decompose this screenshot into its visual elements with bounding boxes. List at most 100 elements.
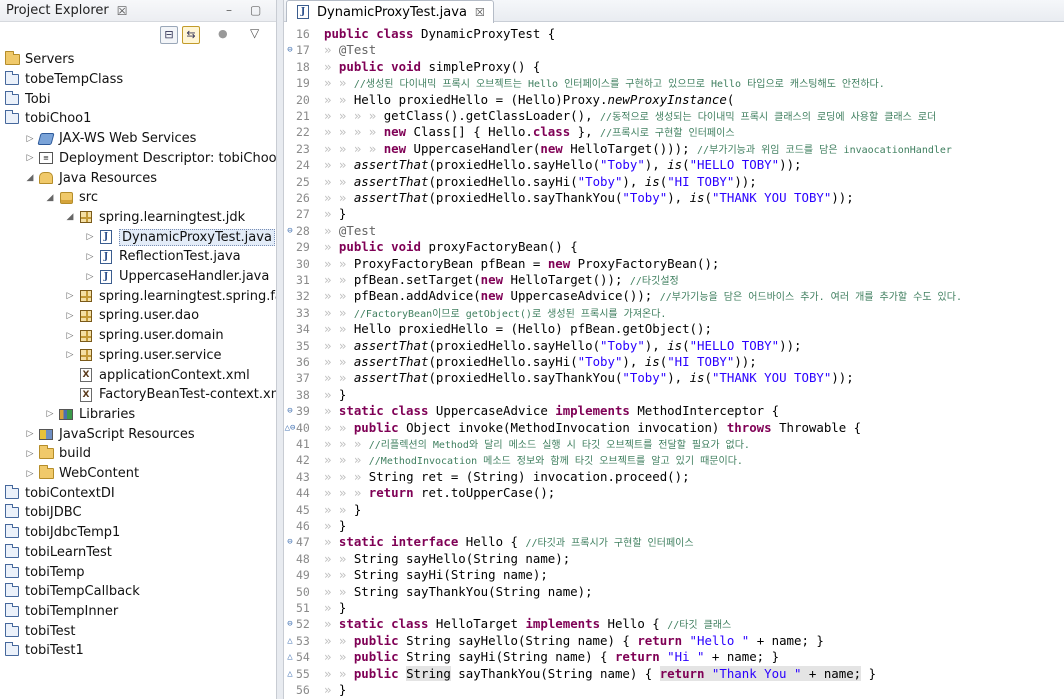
tree-item[interactable]: Servers <box>0 50 74 70</box>
close-icon[interactable]: ☒ <box>475 6 485 19</box>
code-line[interactable]: ⊖ 39 » static class UppercaseAdvice implem… <box>284 403 1064 419</box>
fold-marker-icon[interactable]: ⊖ <box>284 403 296 419</box>
tree-item[interactable]: ▷ spring.user.domain <box>0 326 224 346</box>
code-line[interactable]: 44 » » » return ret.toUpperCase(); <box>284 485 1064 501</box>
tree-item[interactable]: ▷ build <box>0 444 91 464</box>
code-line[interactable]: △⊖ 40 » » public Object invoke(MethodInvoc… <box>284 420 1064 436</box>
tree-item[interactable]: ▷ spring.user.dao <box>0 306 200 326</box>
focus-icon[interactable]: ● <box>218 27 228 40</box>
fold-marker-icon[interactable]: △⊖ <box>284 420 296 436</box>
tree-item[interactable]: tobiJdbcTemp1 <box>0 523 120 543</box>
expand-toggle-icon[interactable]: ▷ <box>64 291 76 301</box>
tree-item[interactable]: tobiLearnTest <box>0 543 112 563</box>
code-line[interactable]: 51 » } <box>284 600 1064 616</box>
tree-item[interactable]: ▷ J ReflectionTest.java <box>0 247 241 267</box>
fold-marker-icon[interactable]: △ <box>284 633 296 649</box>
tree-item[interactable]: ▷ J DynamicProxyTest.java <box>0 227 275 247</box>
code-line[interactable]: 21 » » » » getClass().getClassLoader(), /… <box>284 108 1064 124</box>
expand-toggle-icon[interactable]: ▷ <box>84 272 96 282</box>
collapse-all-icon[interactable]: ⊟ <box>160 26 178 44</box>
code-line[interactable]: △ 53 » » public String sayHello(String nam… <box>284 633 1064 649</box>
tree-item[interactable]: ▷ JavaScript Resources <box>0 424 195 444</box>
minimize-icon[interactable]: – <box>226 3 232 17</box>
expand-toggle-icon[interactable]: ▷ <box>44 409 56 419</box>
code-line[interactable]: △ 55 » » public String sayThankYou(String … <box>284 665 1064 682</box>
tree-item[interactable]: tobiTest <box>0 621 76 641</box>
code-line[interactable]: 56 » } <box>284 682 1064 698</box>
code-line[interactable]: 41 » » » //리플렉션의 Method와 달리 메소드 실행 시 타깃 오… <box>284 436 1064 452</box>
tree-item[interactable]: ◢ Java Resources <box>0 168 157 188</box>
code-line[interactable]: 34 » » Hello proxiedHello = (Hello) pfBea… <box>284 321 1064 337</box>
code-line[interactable]: 22 » » » » new Class[] { Hello.class }, /… <box>284 124 1064 140</box>
expand-toggle-icon[interactable]: ◢ <box>44 193 56 203</box>
tree-item[interactable]: tobeTempClass <box>0 70 123 90</box>
code-line[interactable]: 32 » » pfBean.addAdvice(new UppercaseAdvi… <box>284 288 1064 304</box>
code-line[interactable]: 31 » » pfBean.setTarget(new HelloTarget()… <box>284 272 1064 288</box>
tree-item[interactable]: ◢ src <box>0 188 98 208</box>
fold-marker-icon[interactable]: ⊖ <box>284 42 296 58</box>
expand-toggle-icon[interactable]: ▷ <box>84 252 96 262</box>
tree-item[interactable]: ▷ WebContent <box>0 464 139 484</box>
code-line[interactable]: ⊖ 17 » @Test <box>284 42 1064 58</box>
code-line[interactable]: 46 » } <box>284 518 1064 534</box>
code-line[interactable]: 37 » » assertThat(proxiedHello.sayThankYo… <box>284 370 1064 386</box>
code-line[interactable]: 48 » » String sayHello(String name); <box>284 551 1064 567</box>
code-line[interactable]: 23 » » » » new UppercaseHandler(new Hello… <box>284 141 1064 157</box>
tree-item[interactable]: tobiTempInner <box>0 602 118 622</box>
expand-toggle-icon[interactable]: ▷ <box>24 449 36 459</box>
close-icon[interactable]: ☒ <box>117 4 128 18</box>
code-line[interactable]: 36 » » assertThat(proxiedHello.sayHi("Tob… <box>284 354 1064 370</box>
code-line[interactable]: 19 » » //생성된 다이내믹 프록시 오브젝트는 Hello 인터페이스를 … <box>284 75 1064 91</box>
code-line[interactable]: 30 » » ProxyFactoryBean pfBean = new Prox… <box>284 256 1064 272</box>
code-line[interactable]: 42 » » » //MethodInvocation 메소드 정보와 함께 타깃… <box>284 452 1064 468</box>
tree-item[interactable]: tobiChoo1 <box>0 109 91 129</box>
expand-toggle-icon[interactable]: ◢ <box>64 212 76 222</box>
tree-item[interactable]: ▷ spring.learningtest.spring.factor <box>0 286 309 306</box>
maximize-icon[interactable]: ▢ <box>250 3 261 17</box>
expand-toggle-icon[interactable]: ▷ <box>24 469 36 479</box>
code-line[interactable]: 25 » » assertThat(proxiedHello.sayHi("Tob… <box>284 174 1064 190</box>
tree-item[interactable]: ▷ J UppercaseHandler.java <box>0 267 270 287</box>
tree-item[interactable]: Tobi <box>0 89 51 109</box>
code-line[interactable]: 26 » » assertThat(proxiedHello.sayThankYo… <box>284 190 1064 206</box>
tree-item[interactable]: tobiTest1 <box>0 641 84 661</box>
project-explorer-title[interactable]: Project Explorer <box>6 3 109 18</box>
code-line[interactable]: 50 » » String sayThankYou(String name); <box>284 584 1064 600</box>
tree-item[interactable]: tobiJDBC <box>0 503 82 523</box>
tree-item[interactable]: ◢ spring.learningtest.jdk <box>0 208 246 228</box>
panel-splitter[interactable] <box>276 0 284 699</box>
code-line[interactable]: 49 » » String sayHi(String name); <box>284 567 1064 583</box>
tree-item[interactable]: ▷ JAX-WS Web Services <box>0 129 197 149</box>
tree-item[interactable]: tobiTemp <box>0 562 85 582</box>
fold-marker-icon[interactable]: △ <box>284 666 296 682</box>
tree-item[interactable]: XapplicationContext.xml <box>0 365 250 385</box>
fold-marker-icon[interactable]: ⊖ <box>284 534 296 550</box>
expand-toggle-icon[interactable]: ▷ <box>64 331 76 341</box>
fold-marker-icon[interactable]: ⊖ <box>284 616 296 632</box>
expand-toggle-icon[interactable]: ▷ <box>64 350 76 360</box>
tree-item[interactable]: ▷ Libraries <box>0 405 136 425</box>
tree-item[interactable]: tobiContextDI <box>0 483 115 503</box>
expand-toggle-icon[interactable]: ▷ <box>24 134 36 144</box>
fold-marker-icon[interactable]: ⊖ <box>284 223 296 239</box>
code-line[interactable]: ⊖ 52 » static class HelloTarget implements… <box>284 616 1064 632</box>
link-with-editor-icon[interactable]: ⇆ <box>182 26 200 44</box>
tree-item[interactable]: tobiTempCallback <box>0 582 140 602</box>
code-line[interactable]: 18 » public void simpleProxy() { <box>284 59 1064 75</box>
code-line[interactable]: 35» » assertThat(proxiedHello.sayHello("… <box>284 338 1064 354</box>
code-line[interactable]: ⊖ 28 » @Test <box>284 223 1064 239</box>
expand-toggle-icon[interactable]: ▷ <box>64 311 76 321</box>
expand-toggle-icon[interactable]: ▷ <box>24 429 36 439</box>
code-line[interactable]: 29 » public void proxyFactoryBean() { <box>284 239 1064 255</box>
tab-dynamic-proxy-test[interactable]: J DynamicProxyTest.java ☒ <box>286 0 494 23</box>
code-line[interactable]: 38 » } <box>284 387 1064 403</box>
code-line[interactable]: ⊖ 47 » static interface Hello { //타깃과 프록시가… <box>284 534 1064 550</box>
code-line[interactable]: 16 public class DynamicProxyTest { <box>284 26 1064 42</box>
code-line[interactable]: 24» » assertThat(proxiedHello.sayHello("… <box>284 157 1064 173</box>
expand-toggle-icon[interactable]: ▷ <box>24 153 36 163</box>
code-line[interactable]: △ 54 » » public String sayHi(String name) … <box>284 649 1064 665</box>
code-line[interactable]: 45 » » } <box>284 502 1064 518</box>
view-menu-icon[interactable]: ▽ <box>250 26 259 40</box>
tree-item[interactable]: ▷ spring.user.service <box>0 346 222 366</box>
tree-item[interactable]: ▷ ≡ Deployment Descriptor: tobiChoo1 <box>0 149 285 169</box>
